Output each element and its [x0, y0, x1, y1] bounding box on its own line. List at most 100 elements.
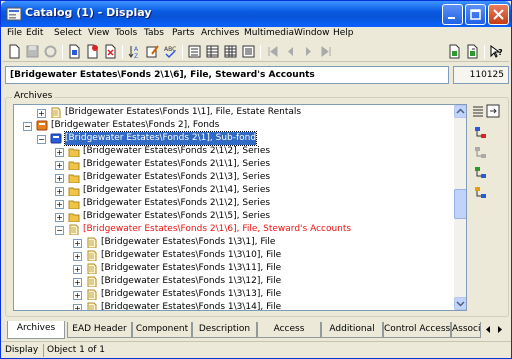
tree-row[interactable]: − [Bridgewater Estates\Fonds 2\1\6], File…	[14, 223, 454, 236]
tab-archives[interactable]: Archives	[7, 321, 65, 339]
expand-node-button[interactable]: +	[73, 239, 82, 248]
edit-button[interactable]	[145, 44, 160, 59]
tree-row[interactable]: + [Bridgewater Estates\Fonds 1\1], File, …	[14, 106, 454, 119]
expand-node-button[interactable]: +	[55, 174, 64, 183]
folder-icon	[68, 161, 80, 170]
save-icon	[26, 45, 39, 58]
tree-row[interactable]: + [Bridgewater Estates\Fonds 1\3\1], File	[14, 236, 454, 249]
expand-node-button[interactable]: +	[55, 161, 64, 170]
tree-row[interactable]: + [Bridgewater Estates\Fonds 2\1\1], Seri…	[14, 158, 454, 171]
insert-record-button[interactable]	[85, 44, 100, 59]
tree-vertical-scrollbar[interactable]	[454, 105, 466, 310]
maximize-button[interactable]	[465, 4, 486, 25]
tree-row[interactable]: + [Bridgewater Estates\Fonds 2\1\4], Seri…	[14, 184, 454, 197]
menu-edit[interactable]: Edit	[26, 28, 43, 38]
next-record-button[interactable]	[301, 44, 316, 59]
tab-control-access[interactable]: Control Access	[383, 322, 451, 338]
folder-icon	[68, 174, 80, 183]
expand-node-button[interactable]: +	[37, 109, 46, 118]
tree-row[interactable]: + [Bridgewater Estates\Fonds 2\1\2], Seri…	[14, 197, 454, 210]
title-bar[interactable]: Catalog (1) - Display	[1, 1, 511, 27]
add-child-button[interactable]	[474, 126, 488, 140]
menu-multimedia[interactable]: Multimedia	[244, 28, 294, 38]
tree-row[interactable]: + [Bridgewater Estates\Fonds 2\1\5], Seri…	[14, 210, 454, 223]
tree-row[interactable]: + [Bridgewater Estates\Fonds 1\3\12], Fil…	[14, 275, 454, 288]
delete-record-button[interactable]	[103, 44, 118, 59]
tree-row[interactable]: + [Bridgewater Estates\Fonds 2\1\2], Seri…	[14, 145, 454, 158]
menu-tools[interactable]: Tools	[115, 28, 137, 38]
tree-row[interactable]: + [Bridgewater Estates\Fonds 1\3\13], Fil…	[14, 288, 454, 301]
import-button[interactable]	[465, 44, 480, 59]
menu-window[interactable]: Window	[294, 28, 330, 38]
expand-node-button[interactable]: +	[55, 213, 64, 222]
form-view-button[interactable]	[187, 44, 202, 59]
sort-button[interactable]: AZ	[127, 44, 142, 59]
menu-file[interactable]: File	[7, 28, 22, 38]
copy-record-button[interactable]	[67, 44, 82, 59]
report-view-button[interactable]	[223, 44, 238, 59]
menu-view[interactable]: View	[88, 28, 109, 38]
export-button[interactable]	[447, 44, 462, 59]
tree-side-toolbar	[471, 104, 501, 224]
tree-row[interactable]: + [Bridgewater Estates\Fonds 2\1\3], Seri…	[14, 171, 454, 184]
tree-list-button[interactable]	[471, 104, 485, 118]
tree-row-label: [Bridgewater Estates\Fonds 2\1], Sub-fon…	[63, 131, 258, 146]
close-button[interactable]	[488, 4, 509, 25]
menu-select[interactable]: Select	[54, 28, 82, 38]
previous-record-button[interactable]	[283, 44, 298, 59]
expand-node-button[interactable]: +	[73, 278, 82, 287]
context-help-button[interactable]: ?	[489, 44, 504, 59]
scroll-thumb[interactable]	[454, 189, 466, 219]
tab-associated[interactable]: Associ	[451, 322, 481, 338]
expand-node-button[interactable]: +	[73, 304, 82, 310]
tree-row[interactable]: − [Bridgewater Estates\Fonds 2\1], Sub-fo…	[14, 131, 454, 146]
scroll-up-button[interactable]	[454, 105, 466, 118]
help-icon: ?	[490, 45, 503, 58]
first-record-button[interactable]	[265, 44, 280, 59]
tab-component[interactable]: Component	[132, 322, 192, 338]
tab-description[interactable]: Description	[192, 322, 257, 338]
minimize-button[interactable]	[442, 4, 463, 25]
svg-text:A: A	[134, 46, 139, 53]
disabled-tool-button[interactable]	[43, 44, 58, 59]
tree-row[interactable]: − [Bridgewater Estates\Fonds 2], Fonds	[14, 119, 454, 132]
image-view-icon	[242, 45, 255, 58]
tabs-scroll-right-button[interactable]	[495, 323, 505, 336]
expand-node-button[interactable]: +	[55, 187, 64, 196]
tree-open-button[interactable]	[486, 104, 500, 118]
hierarchy-move-icon	[475, 147, 486, 158]
first-record-icon	[268, 46, 278, 57]
tab-additional[interactable]: Additional	[321, 322, 383, 338]
tab-access[interactable]: Access	[257, 322, 321, 338]
expand-node-button[interactable]: +	[55, 148, 64, 157]
group-node-button[interactable]	[474, 186, 488, 200]
last-record-button[interactable]	[319, 44, 334, 59]
menu-archives[interactable]: Archives	[201, 28, 239, 38]
new-button[interactable]	[7, 44, 22, 59]
collapse-node-button[interactable]: −	[23, 122, 32, 131]
save-button[interactable]	[25, 44, 40, 59]
tree-row[interactable]: + [Bridgewater Estates\Fonds 1\3\11], Fil…	[14, 262, 454, 275]
menu-parts[interactable]: Parts	[172, 28, 194, 38]
tree-row[interactable]: + [Bridgewater Estates\Fonds 1\3\14], Fil…	[14, 301, 454, 310]
image-view-button[interactable]	[241, 44, 256, 59]
expand-node-button[interactable]: +	[55, 200, 64, 209]
spellcheck-button[interactable]: ABC	[163, 44, 178, 59]
tabs-scroll-left-button[interactable]	[483, 323, 493, 336]
menu-tabs[interactable]: Tabs	[144, 28, 164, 38]
toolbar-separator	[260, 45, 261, 59]
scroll-down-button[interactable]	[454, 297, 466, 310]
archives-tree[interactable]: + [Bridgewater Estates\Fonds 1\1], File, …	[13, 104, 467, 311]
expand-node-button[interactable]: +	[73, 265, 82, 274]
tab-ead-header[interactable]: EAD Header	[67, 322, 132, 338]
collapse-node-button[interactable]: −	[55, 226, 64, 235]
menu-help[interactable]: Help	[333, 28, 354, 38]
tree-row[interactable]: + [Bridgewater Estates\Fonds 1\3\10], Fil…	[14, 249, 454, 262]
table-view-button[interactable]	[205, 44, 220, 59]
expand-node-button[interactable]: +	[73, 291, 82, 300]
move-node-button[interactable]	[474, 146, 488, 160]
collapse-node-button[interactable]: −	[37, 135, 46, 144]
expand-node-button[interactable]: +	[73, 252, 82, 261]
status-divider	[43, 344, 44, 357]
link-node-button[interactable]	[474, 166, 488, 180]
